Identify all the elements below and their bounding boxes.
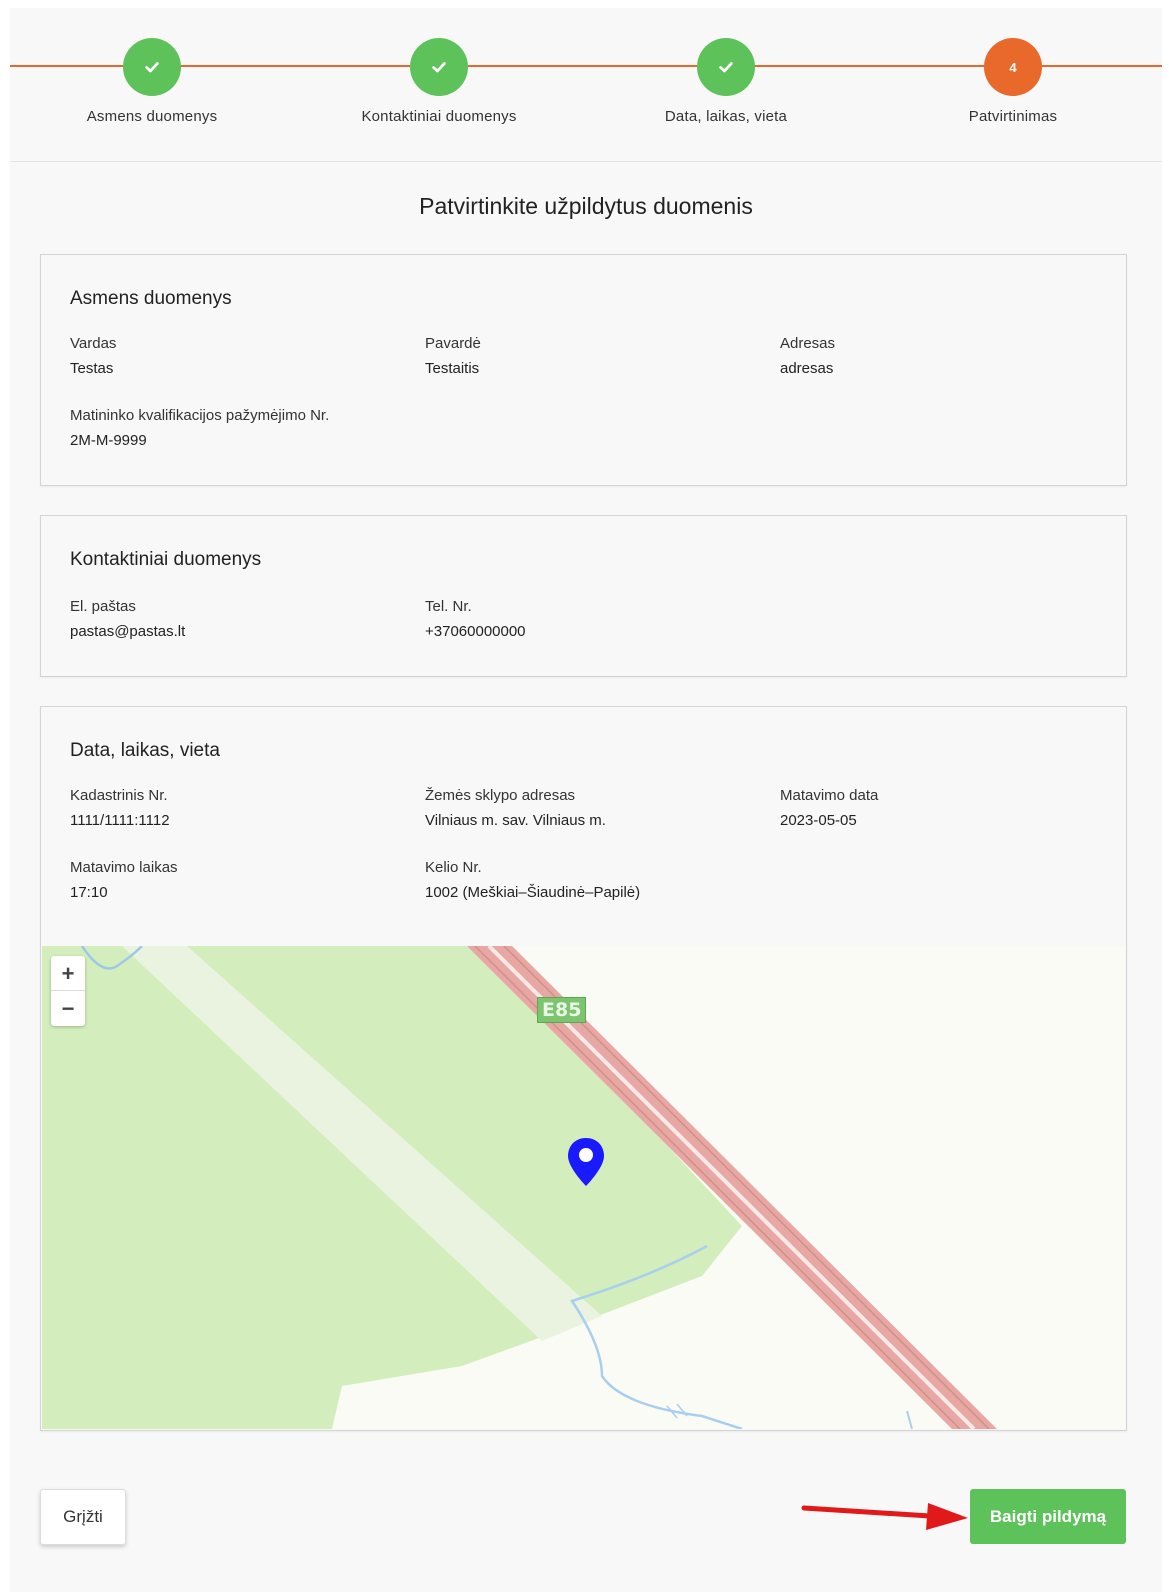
personal-data-card: Asmens duomenys Vardas Testas Pavardė Te… (40, 254, 1127, 486)
field-value: Vilniaus m. sav. Vilniaus m. (425, 812, 606, 829)
field-value: pastas@pastas.lt (70, 623, 186, 640)
step-done-circle (123, 38, 181, 96)
card-title: Data, laikas, vieta (70, 740, 220, 761)
field-label: Žemės sklypo adresas (425, 787, 576, 804)
field-label: Matininko kvalifikacijos pažymėjimo Nr. (70, 407, 330, 424)
step-number: 4 (1009, 59, 1017, 75)
field-value: Testas (70, 360, 114, 377)
field-label: Kelio Nr. (425, 859, 482, 876)
contacts-card: Kontaktiniai duomenys El. paštas pastas@… (40, 515, 1127, 677)
card-title: Kontaktiniai duomenys (70, 549, 262, 570)
map-zoom-control: + − (51, 956, 85, 1026)
step-label: Kontaktiniai duomenys (361, 108, 517, 125)
last-name-field: Pavardė Testaitis (425, 335, 755, 377)
first-name-field: Vardas Testas (70, 335, 400, 377)
check-icon (145, 62, 159, 73)
plot-address-field: Žemės sklypo adresas Vilniaus m. sav. Vi… (425, 787, 755, 829)
step-label: Patvirtinimas (968, 108, 1058, 125)
field-label: Tel. Nr. (425, 598, 472, 615)
field-label: Pavardė (425, 335, 481, 352)
step-done-circle (410, 38, 468, 96)
location-map[interactable]: + − E85 (42, 946, 1125, 1429)
field-value: 1111/1111:1112 (70, 812, 170, 829)
step-contacts[interactable]: Kontaktiniai duomenys (339, 38, 539, 125)
step-date-location[interactable]: Data, laikas, vieta (626, 38, 826, 125)
road-number-field: Kelio Nr. 1002 (Meškiai–Šiaudinė–Papilė) (425, 859, 825, 901)
step-label: Data, laikas, vieta (664, 108, 788, 125)
red-arrow-annotation (801, 1503, 968, 1530)
phone-field: Tel. Nr. +37060000000 (425, 598, 755, 640)
page-frame: Asmens duomenys Kontaktiniai duomenys Da… (10, 8, 1162, 1592)
email-field: El. paštas pastas@pastas.lt (70, 598, 400, 640)
road-badge: E85 (537, 997, 587, 1023)
field-label: Adresas (780, 335, 836, 352)
step-confirmation[interactable]: 4 Patvirtinimas (913, 38, 1113, 125)
date-location-card: Data, laikas, vieta Kadastrinis Nr. 1111… (40, 706, 1127, 1431)
field-value: 2023-05-05 (780, 812, 857, 829)
field-label: Matavimo data (780, 787, 879, 804)
field-value: 2M-M-9999 (70, 432, 147, 449)
field-value: 1002 (Meškiai–Šiaudinė–Papilė) (425, 884, 641, 901)
card-title: Asmens duomenys (70, 288, 232, 309)
step-done-circle (697, 38, 755, 96)
field-label: Matavimo laikas (70, 859, 178, 876)
progress-stepper: Asmens duomenys Kontaktiniai duomenys Da… (10, 8, 1162, 162)
field-value: +37060000000 (425, 623, 526, 640)
page-title: Patvirtinkite užpildytus duomenis (419, 193, 753, 219)
field-label: Vardas (70, 335, 117, 352)
field-value: Testaitis (425, 360, 480, 377)
step-personal[interactable]: Asmens duomenys (52, 38, 252, 125)
finish-button[interactable]: Baigti pildymą (970, 1489, 1126, 1544)
field-value: adresas (780, 360, 834, 377)
step-active-circle: 4 (984, 38, 1042, 96)
field-label: Kadastrinis Nr. (70, 787, 168, 804)
field-label: El. paštas (70, 598, 136, 615)
back-button[interactable]: Grįžti (40, 1489, 126, 1545)
check-icon (719, 62, 733, 73)
map-pin-icon[interactable] (566, 1136, 606, 1188)
zoom-in-button[interactable]: + (51, 956, 85, 991)
measurement-date-field: Matavimo data 2023-05-05 (780, 787, 1110, 829)
check-icon (432, 62, 446, 73)
cadastral-field: Kadastrinis Nr. 1111/1111:1112 (70, 787, 400, 829)
address-field: Adresas adresas (780, 335, 1110, 377)
measurement-time-field: Matavimo laikas 17:10 (70, 859, 400, 901)
step-label: Asmens duomenys (86, 108, 218, 125)
zoom-out-button[interactable]: − (51, 991, 85, 1026)
field-value: 17:10 (70, 884, 108, 901)
certificate-field: Matininko kvalifikacijos pažymėjimo Nr. … (70, 407, 490, 449)
